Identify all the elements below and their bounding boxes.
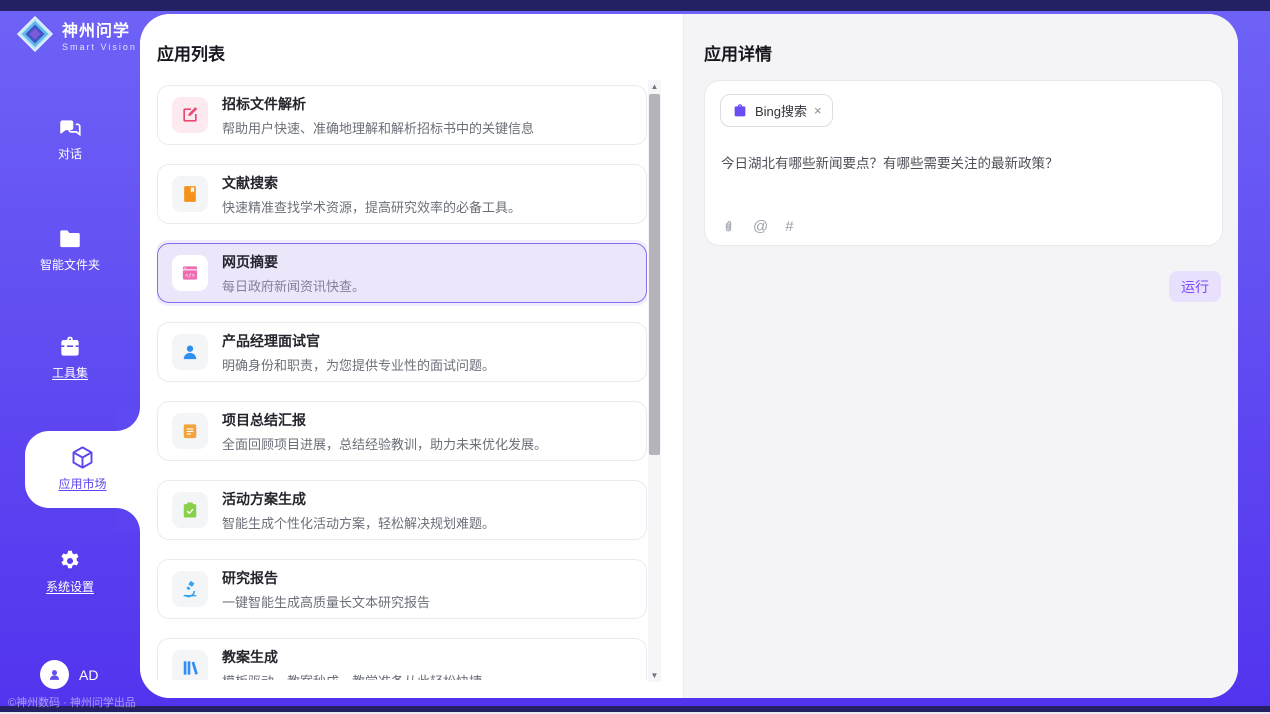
app-title: 产品经理面试官 <box>222 331 495 351</box>
input-toolbar: @ # <box>721 217 794 236</box>
user-initials: AD <box>79 667 98 683</box>
app-description: 全面回顾项目进展，总结经验教训，助力未来优化发展。 <box>222 434 547 453</box>
paperclip-icon[interactable] <box>721 217 736 236</box>
at-icon[interactable]: @ <box>753 218 768 235</box>
webpage-code-icon: </> <box>172 255 208 291</box>
app-card-research-report[interactable]: 研究报告 一键智能生成高质量长文本研究报告 <box>157 559 647 619</box>
app-title: 教案生成 <box>222 647 482 667</box>
app-title: 活动方案生成 <box>222 489 495 509</box>
microscope-icon <box>172 571 208 607</box>
app-description: 智能生成个性化活动方案，轻松解决规划难题。 <box>222 513 495 532</box>
avatar <box>40 660 69 689</box>
app-list-title: 应用列表 <box>157 40 225 65</box>
toolbox-icon <box>57 334 83 360</box>
sidebar-item-label: 系统设置 <box>0 578 140 595</box>
app-window: 神州问学 Smart Vision 对话 智能文件夹 工具 <box>0 0 1270 714</box>
sidebar-item-label: 应用市场 <box>25 475 140 492</box>
app-detail-panel: 应用详情 Bing搜索 × 今日湖北有哪些新闻要点？有哪些需要关注的最新政策？ … <box>683 14 1238 698</box>
app-description: 快速精准查找学术资源，提高研究效率的必备工具。 <box>222 197 521 216</box>
app-card-project-summary[interactable]: 项目总结汇报 全面回顾项目进展，总结经验教训，助力未来优化发展。 <box>157 401 647 461</box>
interviewer-icon <box>172 334 208 370</box>
sidebar-item-label: 工具集 <box>0 364 140 381</box>
app-description: 一键智能生成高质量长文本研究报告 <box>222 592 430 611</box>
app-list-scrollbar[interactable]: ▲ ▼ <box>648 80 661 682</box>
app-detail-title: 应用详情 <box>704 40 772 65</box>
sidebar-item-app-market[interactable]: 应用市场 <box>25 431 140 508</box>
app-card-web-summary[interactable]: </> 网页摘要 每日政府新闻资讯快查。 <box>157 243 647 303</box>
app-description: 模板驱动，教案秒成，教学准备从此轻松快捷 <box>222 671 482 681</box>
app-description: 每日政府新闻资讯快查。 <box>222 276 365 295</box>
app-card-lesson-plan[interactable]: 教案生成 模板驱动，教案秒成，教学准备从此轻松快捷 <box>157 638 647 680</box>
app-title: 项目总结汇报 <box>222 410 547 430</box>
sidebar-item-label: 对话 <box>0 145 140 162</box>
close-icon[interactable]: × <box>814 104 822 117</box>
sidebar: 神州问学 Smart Vision 对话 智能文件夹 工具 <box>0 11 140 706</box>
app-title: 网页摘要 <box>222 252 365 272</box>
book-icon <box>172 176 208 212</box>
active-bubble-notch <box>116 508 140 532</box>
brand: 神州问学 Smart Vision <box>16 15 137 53</box>
notepad-icon <box>172 413 208 449</box>
hash-icon[interactable]: # <box>785 218 793 235</box>
app-card-list: 招标文件解析 帮助用户快速、准确地理解和解析招标书中的关键信息 文献搜索 快速精… <box>157 85 647 680</box>
app-card-pm-interviewer[interactable]: 产品经理面试官 明确身份和职责，为您提供专业性的面试问题。 <box>157 322 647 382</box>
tool-chip-label: Bing搜索 <box>755 101 807 120</box>
sidebar-item-chat[interactable]: 对话 <box>0 115 140 162</box>
bottom-window-bar <box>0 706 1270 712</box>
tool-chip-bing-search[interactable]: Bing搜索 × <box>720 94 833 127</box>
clipboard-check-icon <box>172 492 208 528</box>
scroll-down-arrow-icon[interactable]: ▼ <box>648 669 661 682</box>
top-window-bar <box>0 0 1270 11</box>
scrollbar-thumb[interactable] <box>649 94 660 455</box>
sidebar-item-smart-folder[interactable]: 智能文件夹 <box>0 226 140 273</box>
app-card-activity-plan[interactable]: 活动方案生成 智能生成个性化活动方案，轻松解决规划难题。 <box>157 480 647 540</box>
brand-name: 神州问学 <box>62 17 137 41</box>
app-card-bid-parse[interactable]: 招标文件解析 帮助用户快速、准确地理解和解析招标书中的关键信息 <box>157 85 647 145</box>
books-icon <box>172 650 208 680</box>
sidebar-item-toolset[interactable]: 工具集 <box>0 334 140 381</box>
pen-square-icon <box>172 97 208 133</box>
app-description: 帮助用户快速、准确地理解和解析招标书中的关键信息 <box>222 118 534 137</box>
user-account[interactable]: AD <box>40 660 98 689</box>
cube-icon <box>69 444 96 471</box>
app-card-literature-search[interactable]: 文献搜索 快速精准查找学术资源，提高研究效率的必备工具。 <box>157 164 647 224</box>
run-button[interactable]: 运行 <box>1169 271 1221 302</box>
brand-subtitle: Smart Vision <box>62 42 137 52</box>
scroll-up-arrow-icon[interactable]: ▲ <box>648 80 661 93</box>
avatar-icon <box>46 666 63 683</box>
app-description: 明确身份和职责，为您提供专业性的面试问题。 <box>222 355 495 374</box>
folder-icon <box>57 226 83 252</box>
app-title: 研究报告 <box>222 568 430 588</box>
svg-text:</>: </> <box>185 273 196 279</box>
app-title: 文献搜索 <box>222 173 521 193</box>
app-list-panel: 应用列表 招标文件解析 帮助用户快速、准确地理解和解析招标书中的关键信息 <box>140 14 683 698</box>
chat-icon <box>57 115 83 141</box>
copyright-footer: ©神州数码 · 神州问学出品 <box>8 694 136 710</box>
sidebar-item-label: 智能文件夹 <box>0 256 140 273</box>
sidebar-item-settings[interactable]: 系统设置 <box>0 548 140 595</box>
app-title: 招标文件解析 <box>222 94 534 114</box>
diamond-logo-icon <box>16 15 54 53</box>
briefcase-icon <box>732 103 748 119</box>
query-input-card[interactable]: Bing搜索 × 今日湖北有哪些新闻要点？有哪些需要关注的最新政策？ @ # <box>704 80 1223 246</box>
gear-icon <box>57 548 83 574</box>
query-text[interactable]: 今日湖北有哪些新闻要点？有哪些需要关注的最新政策？ <box>721 152 1206 172</box>
active-bubble-notch <box>116 407 140 431</box>
main-content: 应用列表 招标文件解析 帮助用户快速、准确地理解和解析招标书中的关键信息 <box>140 14 1238 698</box>
